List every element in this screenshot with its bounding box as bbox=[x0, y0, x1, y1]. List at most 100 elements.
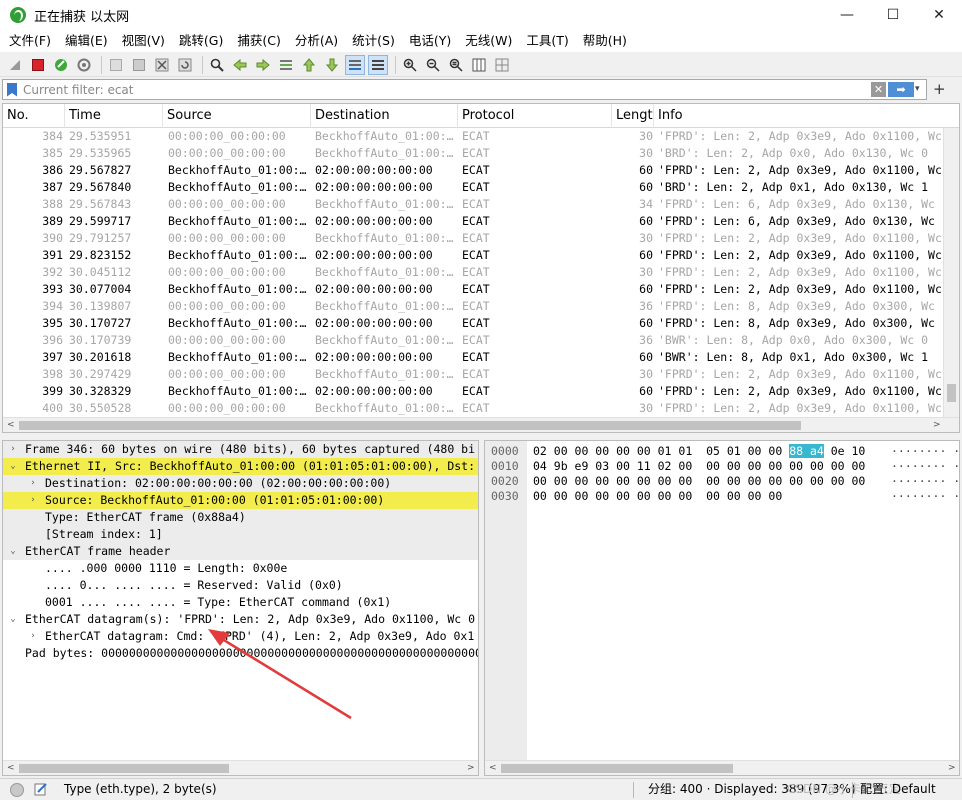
packet-row[interactable]: 390 29.791257 00:00:00_00:00:00 BeckhoffAut… bbox=[3, 230, 944, 247]
packet-row[interactable]: 389 29.599717 BeckhoffAuto_01:00:… 02:00:00… bbox=[3, 213, 944, 230]
add-filter-button-icon[interactable]: + bbox=[933, 79, 946, 100]
scrollbar-thumb[interactable] bbox=[19, 421, 801, 430]
packet-list-horizontal-scrollbar[interactable]: < > bbox=[3, 417, 959, 432]
detail-tree-item[interactable]: .... 0... .... .... = Reserved: Valid (0… bbox=[3, 577, 478, 594]
column-source[interactable]: Source bbox=[163, 104, 311, 128]
layout-icon[interactable] bbox=[492, 55, 512, 75]
scrollbar-thumb[interactable] bbox=[19, 764, 229, 773]
collapse-arrow-icon[interactable]: ⌄ bbox=[7, 543, 19, 560]
minimize-button[interactable]: — bbox=[824, 0, 870, 30]
open-file-icon[interactable] bbox=[106, 55, 126, 75]
details-horizontal-scrollbar[interactable]: < > bbox=[3, 760, 478, 775]
detail-tree-item[interactable]: Type: EtherCAT frame (0x88a4) bbox=[3, 509, 478, 526]
restart-capture-icon[interactable] bbox=[51, 55, 71, 75]
bookmark-icon[interactable] bbox=[7, 82, 17, 97]
detail-tree-item[interactable]: ⌄ EtherCAT datagram(s): 'FPRD': Len: 2, A… bbox=[3, 611, 478, 628]
go-last-icon[interactable] bbox=[322, 55, 342, 75]
bytes-ascii[interactable]: ········ ········ bbox=[891, 474, 959, 489]
capture-comment-icon[interactable] bbox=[34, 782, 48, 796]
maximize-button[interactable]: ☐ bbox=[870, 0, 916, 30]
packet-row[interactable]: 392 30.045112 00:00:00_00:00:00 BeckhoffAut… bbox=[3, 264, 944, 281]
detail-tree-item[interactable]: › EtherCAT datagram: Cmd: 'FPRD' (4), Len… bbox=[3, 628, 478, 645]
reload-icon[interactable] bbox=[175, 55, 195, 75]
apply-filter-icon[interactable]: ➡ bbox=[888, 82, 914, 97]
detail-tree-item[interactable]: .... .000 0000 1110 = Length: 0x00e bbox=[3, 560, 478, 577]
expand-arrow-icon[interactable]: › bbox=[27, 628, 39, 645]
column-length[interactable]: Lengt bbox=[612, 104, 654, 128]
detail-tree-item[interactable]: › Frame 346: 60 bytes on wire (480 bits),… bbox=[3, 441, 478, 458]
capture-options-icon[interactable] bbox=[74, 55, 94, 75]
packet-row[interactable]: 396 30.170739 00:00:00_00:00:00 BeckhoffAut… bbox=[3, 332, 944, 349]
stop-capture-icon[interactable] bbox=[28, 55, 48, 75]
packet-row[interactable]: 386 29.567827 BeckhoffAuto_01:00:… 02:00:00… bbox=[3, 162, 944, 179]
column-info[interactable]: Info bbox=[654, 104, 959, 128]
packet-row[interactable]: 397 30.201618 BeckhoffAuto_01:00:… 02:00:00… bbox=[3, 349, 944, 366]
clear-filter-icon[interactable]: ✕ bbox=[871, 82, 886, 97]
go-forward-icon[interactable] bbox=[253, 55, 273, 75]
menu-go[interactable]: 跳转(G) bbox=[172, 30, 230, 52]
zoom-reset-icon[interactable] bbox=[446, 55, 466, 75]
packet-row[interactable]: 395 30.170727 BeckhoffAuto_01:00:… 02:00:00… bbox=[3, 315, 944, 332]
detail-tree-item[interactable]: › Source: BeckhoffAuto_01:00:00 (01:01:05… bbox=[3, 492, 478, 509]
bytes-ascii[interactable]: ········ ·· bbox=[891, 444, 959, 459]
scroll-right-icon[interactable]: > bbox=[948, 761, 956, 775]
bytes-hex[interactable]: 04 9b e9 03 00 11 02 00 00 00 00 00 00 0… bbox=[533, 459, 865, 474]
scroll-right-icon[interactable]: > bbox=[933, 418, 941, 432]
close-file-icon[interactable] bbox=[152, 55, 172, 75]
collapse-arrow-icon[interactable]: ⌄ bbox=[7, 611, 19, 628]
detail-tree-item[interactable]: Pad bytes: 00000000000000000000000000000… bbox=[3, 645, 478, 662]
detail-tree-item[interactable]: 0001 .... .... .... = Type: EtherCAT com… bbox=[3, 594, 478, 611]
packet-row[interactable]: 391 29.823152 BeckhoffAuto_01:00:… 02:00:00… bbox=[3, 247, 944, 264]
go-back-icon[interactable] bbox=[230, 55, 250, 75]
packet-row[interactable]: 400 30.550528 00:00:00_00:00:00 BeckhoffAut… bbox=[3, 400, 944, 417]
status-profile[interactable]: 配置: Default bbox=[860, 779, 936, 800]
filter-placeholder[interactable]: Current filter: ecat bbox=[23, 83, 133, 97]
menu-wireless[interactable]: 无线(W) bbox=[458, 30, 519, 52]
go-first-icon[interactable] bbox=[299, 55, 319, 75]
scrollbar-thumb[interactable] bbox=[947, 384, 956, 402]
detail-tree-item[interactable]: ⌄ Ethernet II, Src: BeckhoffAuto_01:00:00… bbox=[3, 458, 478, 475]
detail-tree-item[interactable]: ⌄ EtherCAT frame header bbox=[3, 543, 478, 560]
save-file-icon[interactable] bbox=[129, 55, 149, 75]
auto-scroll-icon[interactable] bbox=[345, 54, 365, 75]
packet-row[interactable]: 388 29.567843 00:00:00_00:00:00 BeckhoffAut… bbox=[3, 196, 944, 213]
packet-row[interactable]: 394 30.139807 00:00:00_00:00:00 BeckhoffAut… bbox=[3, 298, 944, 315]
packet-row[interactable]: 393 30.077004 BeckhoffAuto_01:00:… 02:00:00… bbox=[3, 281, 944, 298]
menu-capture[interactable]: 捕获(C) bbox=[230, 30, 287, 52]
scroll-left-icon[interactable]: < bbox=[7, 418, 15, 432]
expand-arrow-icon[interactable]: › bbox=[27, 492, 39, 509]
zoom-out-icon[interactable] bbox=[423, 55, 443, 75]
bytes-hex[interactable]: 00 00 00 00 00 00 00 00 00 00 00 00 bbox=[533, 489, 782, 504]
bytes-hex[interactable]: 02 00 00 00 00 00 01 01 05 01 00 00 88 a… bbox=[533, 444, 865, 459]
resize-columns-icon[interactable] bbox=[469, 55, 489, 75]
menu-help[interactable]: 帮助(H) bbox=[576, 30, 634, 52]
scrollbar-thumb[interactable] bbox=[501, 764, 733, 773]
display-filter-input[interactable]: Current filter: ecat ✕ ➡ ▾ bbox=[2, 79, 927, 100]
detail-tree-item[interactable]: [Stream index: 1] bbox=[3, 526, 478, 543]
menu-tools[interactable]: 工具(T) bbox=[519, 30, 575, 52]
expand-arrow-icon[interactable]: › bbox=[27, 475, 39, 492]
menu-analyze[interactable]: 分析(A) bbox=[288, 30, 345, 52]
packet-row[interactable]: 399 30.328329 BeckhoffAuto_01:00:… 02:00:00… bbox=[3, 383, 944, 400]
packet-row[interactable]: 398 30.297429 00:00:00_00:00:00 BeckhoffAut… bbox=[3, 366, 944, 383]
bytes-ascii[interactable]: ········ ···· bbox=[891, 489, 959, 504]
menu-edit[interactable]: 编辑(E) bbox=[58, 30, 115, 52]
shark-fin-start-icon[interactable] bbox=[5, 55, 25, 75]
colorize-icon[interactable] bbox=[368, 54, 388, 75]
expand-arrow-icon[interactable]: › bbox=[7, 441, 19, 458]
bytes-horizontal-scrollbar[interactable]: < > bbox=[485, 760, 959, 775]
packet-row[interactable]: 385 29.535965 00:00:00_00:00:00 BeckhoffAut… bbox=[3, 145, 944, 162]
bytes-ascii[interactable]: ········ ········ bbox=[891, 459, 959, 474]
packet-row[interactable]: 384 29.535951 00:00:00_00:00:00 BeckhoffAut… bbox=[3, 128, 944, 145]
menu-file[interactable]: 文件(F) bbox=[2, 30, 58, 52]
collapse-arrow-icon[interactable]: ⌄ bbox=[7, 458, 19, 475]
zoom-in-icon[interactable] bbox=[400, 55, 420, 75]
column-no[interactable]: No. bbox=[3, 104, 65, 128]
scroll-left-icon[interactable]: < bbox=[7, 761, 15, 775]
expert-info-icon[interactable] bbox=[10, 783, 24, 797]
column-destination[interactable]: Destination bbox=[311, 104, 458, 128]
close-button[interactable]: ✕ bbox=[916, 0, 962, 30]
column-time[interactable]: Time bbox=[65, 104, 163, 128]
column-protocol[interactable]: Protocol bbox=[458, 104, 612, 128]
packet-list-vertical-scrollbar[interactable] bbox=[943, 128, 959, 418]
